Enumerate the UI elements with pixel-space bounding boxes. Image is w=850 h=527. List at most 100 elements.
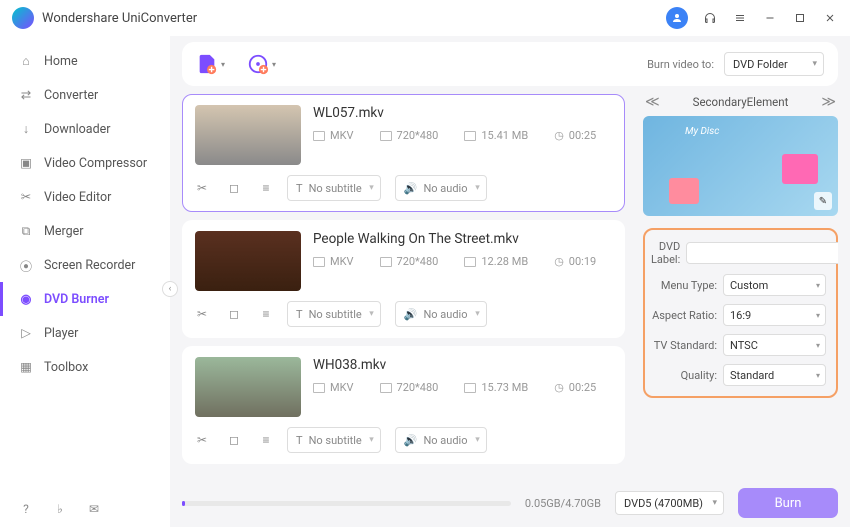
add-file-button[interactable]: ▾ [196, 53, 225, 75]
trim-button[interactable]: ✂ [195, 181, 209, 195]
minimize-button[interactable] [762, 10, 778, 26]
aspect-ratio-select[interactable]: 16:9 [723, 304, 826, 326]
format-icon [313, 131, 325, 141]
burn-to-label: Burn video to: [647, 58, 714, 71]
footer: 0.05GB/4.70GB DVD5 (4700MB) Burn [182, 479, 838, 527]
effect-button[interactable]: ≡ [259, 181, 273, 195]
menu-icon[interactable] [732, 10, 748, 26]
feedback-icon[interactable]: ✉ [86, 501, 102, 517]
tv-standard-label: TV Standard: [651, 339, 717, 352]
sidebar-item-home[interactable]: ⌂Home [0, 44, 170, 78]
file-card[interactable]: WH038.mkv MKV 720*480 15.73 MB ◷00:25 ✂ [182, 346, 625, 464]
crop-button[interactable]: ◻ [227, 181, 241, 195]
file-card[interactable]: People Walking On The Street.mkv MKV 720… [182, 220, 625, 338]
trim-button[interactable]: ✂ [195, 307, 209, 321]
dvd-label-input[interactable] [686, 242, 838, 264]
maximize-button[interactable] [792, 10, 808, 26]
resolution-icon [380, 383, 392, 393]
collapse-sidebar-button[interactable]: ‹ [162, 281, 178, 297]
add-file-icon [196, 53, 218, 75]
crop-button[interactable]: ◻ [227, 307, 241, 321]
file-size: 12.28 MB [481, 255, 528, 268]
effect-button[interactable]: ≡ [259, 433, 273, 447]
size-text: 0.05GB/4.70GB [525, 497, 601, 510]
play-icon: ▷ [18, 325, 34, 341]
template-preview[interactable]: My Disc ✎ [643, 116, 838, 216]
file-name: WH038.mkv [313, 357, 612, 373]
file-size: 15.73 MB [481, 381, 528, 394]
audio-select[interactable]: 🔊No audio [395, 301, 487, 327]
sidebar-item-converter[interactable]: ⇄ Converter [0, 78, 170, 112]
menu-type-label: Menu Type: [651, 279, 717, 292]
record-icon: ⦿ [18, 257, 34, 273]
file-format: MKV [330, 129, 354, 142]
sidebar-item-merger[interactable]: ⧉Merger [0, 214, 170, 248]
sidebar-item-label: Downloader [44, 122, 111, 137]
subtitle-select[interactable]: TNo subtitle [287, 175, 381, 201]
file-card[interactable]: WL057.mkv MKV 720*480 15.41 MB ◷00:25 ✂ [182, 94, 625, 212]
burn-button[interactable]: Burn [738, 488, 838, 518]
chevron-down-icon: ▾ [221, 60, 225, 69]
file-size: 15.41 MB [481, 129, 528, 142]
audio-select[interactable]: 🔊No audio [395, 175, 487, 201]
edit-template-button[interactable]: ✎ [814, 192, 832, 210]
dvd-settings: DVD Label: Menu Type:Custom Aspect Ratio… [643, 228, 838, 398]
tv-standard-select[interactable]: NTSC [723, 334, 826, 356]
add-disc-button[interactable]: ▾ [247, 53, 276, 75]
sidebar-item-editor[interactable]: ✂Video Editor [0, 180, 170, 214]
size-icon [464, 257, 476, 267]
disc-type-select[interactable]: DVD5 (4700MB) [615, 491, 724, 515]
converter-icon: ⇄ [18, 87, 34, 103]
prev-template-button[interactable]: ≪ [645, 94, 660, 110]
effect-button[interactable]: ≡ [259, 307, 273, 321]
quality-select[interactable]: Standard [723, 364, 826, 386]
dvd-icon: ◉ [18, 291, 34, 307]
settings-panel: ≪ SecondaryElement ≫ My Disc ✎ DVD Label… [643, 94, 838, 475]
burn-target-select[interactable]: DVD Folder [724, 52, 824, 76]
clock-icon: ◷ [554, 381, 564, 394]
close-button[interactable] [822, 10, 838, 26]
video-thumbnail[interactable] [195, 231, 301, 291]
video-thumbnail[interactable] [195, 357, 301, 417]
file-list: WL057.mkv MKV 720*480 15.41 MB ◷ 00:25 ✂ [182, 94, 629, 475]
add-disc-icon [247, 53, 269, 75]
resolution-icon [380, 131, 392, 141]
sidebar-item-toolbox[interactable]: ▦Toolbox [0, 350, 170, 384]
download-icon: ↓ [18, 121, 34, 137]
help-icon[interactable]: ? [18, 501, 34, 517]
sidebar-item-label: Toolbox [44, 360, 88, 375]
bell-icon[interactable]: ♭ [52, 501, 68, 517]
file-format: MKV [330, 381, 354, 394]
app-title: Wondershare UniConverter [42, 11, 197, 26]
sidebar-item-dvd-burner[interactable]: ◉ DVD Burner [0, 282, 170, 316]
file-name: People Walking On The Street.mkv [313, 231, 612, 247]
clock-icon: ◷ [554, 129, 564, 142]
headphones-icon[interactable] [702, 10, 718, 26]
sidebar-item-downloader[interactable]: ↓ Downloader [0, 112, 170, 146]
format-icon [313, 383, 325, 393]
next-template-button[interactable]: ≫ [821, 94, 836, 110]
sidebar-item-compressor[interactable]: ▣Video Compressor [0, 146, 170, 180]
subtitle-select[interactable]: TNo subtitle [287, 301, 381, 327]
menu-type-select[interactable]: Custom [723, 274, 826, 296]
sidebar-item-recorder[interactable]: ⦿Screen Recorder [0, 248, 170, 282]
sidebar-item-player[interactable]: ▷Player [0, 316, 170, 350]
file-duration: 00:25 [569, 129, 596, 142]
subtitle-select[interactable]: TNo subtitle [287, 427, 381, 453]
home-icon: ⌂ [18, 53, 34, 69]
user-avatar[interactable] [666, 7, 688, 29]
preview-graphic [669, 178, 699, 204]
sidebar-item-label: DVD Burner [44, 292, 109, 307]
trim-button[interactable]: ✂ [195, 433, 209, 447]
resolution-icon [380, 257, 392, 267]
sidebar-item-label: Converter [44, 88, 98, 103]
video-thumbnail[interactable] [195, 105, 301, 165]
toolbar: ▾ ▾ Burn video to: DVD Folder [182, 42, 838, 86]
file-resolution: 720*480 [397, 381, 439, 394]
preview-title: My Disc [685, 126, 719, 137]
size-icon [464, 383, 476, 393]
crop-button[interactable]: ◻ [227, 433, 241, 447]
audio-select[interactable]: 🔊No audio [395, 427, 487, 453]
file-name: WL057.mkv [313, 105, 612, 121]
template-name: SecondaryElement [693, 95, 789, 109]
